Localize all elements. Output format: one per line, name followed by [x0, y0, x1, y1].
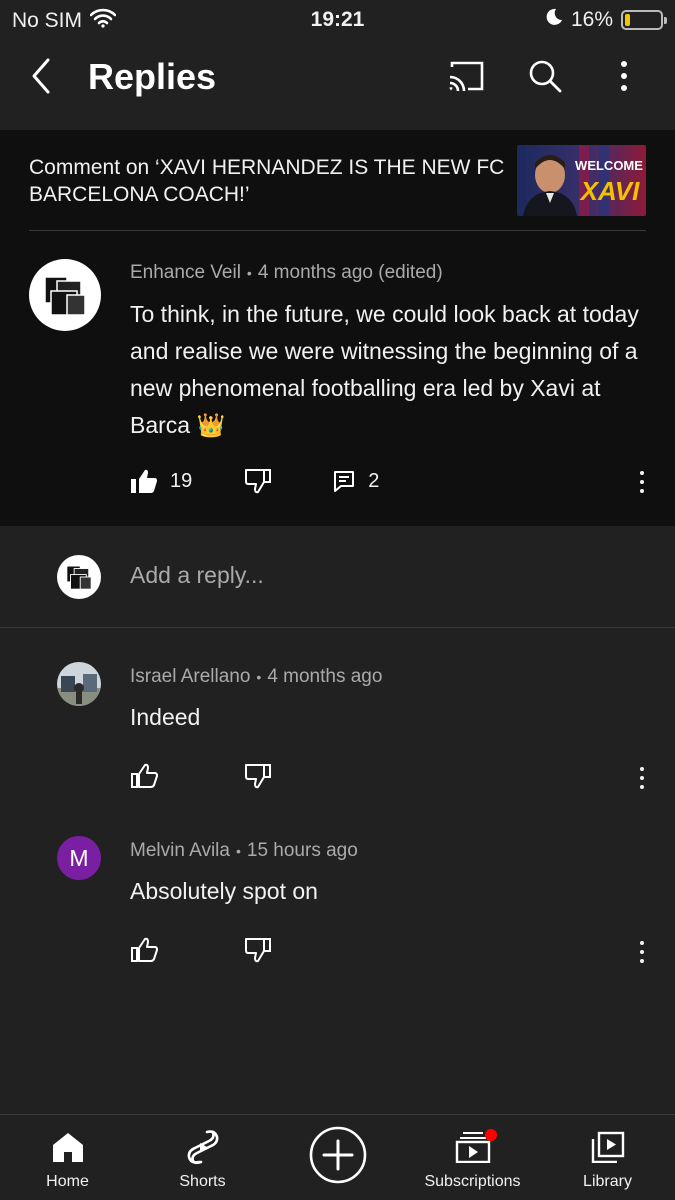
nav-label: Library: [583, 1173, 632, 1190]
comment-actions: 19 2: [130, 468, 379, 494]
library-icon: [591, 1129, 625, 1165]
thumbs-up-icon: [131, 937, 158, 962]
nav-library[interactable]: Library: [540, 1115, 675, 1200]
nav-shorts[interactable]: Shorts: [135, 1115, 270, 1200]
main-comment-card: Comment on ‘XAVI HERNANDEZ IS THE NEW FC…: [0, 130, 675, 526]
cast-button[interactable]: [444, 54, 488, 98]
create-icon: [308, 1125, 368, 1185]
bottom-nav: Home Shorts Subscriptions Library: [0, 1114, 675, 1200]
reply-body: Absolutely spot on: [130, 878, 318, 904]
thumbs-down-icon: [245, 764, 271, 789]
thumbs-up-icon: [131, 763, 158, 788]
avatar[interactable]: M: [57, 836, 101, 880]
battery-icon: [621, 10, 667, 30]
divider: [29, 230, 646, 231]
cast-icon: [449, 61, 484, 92]
comment-time: 4 months ago (edited): [257, 262, 443, 283]
nav-subscriptions[interactable]: Subscriptions: [405, 1115, 540, 1200]
thumbs-down-icon: [245, 938, 271, 963]
thumbnail-text-xavi: XAVI: [579, 176, 641, 206]
nav-label: Home: [46, 1173, 89, 1190]
reply-meta: Melvin Avila • 15 hours ago: [130, 840, 358, 861]
moon-icon: [545, 8, 563, 32]
comment-meta: Enhance Veil • 4 months ago (edited): [130, 262, 443, 283]
comment-icon: [334, 471, 355, 492]
avatar[interactable]: [57, 662, 101, 706]
notification-badge: [484, 1129, 497, 1141]
add-reply-input[interactable]: Add a reply...: [130, 562, 264, 589]
reply-author[interactable]: Melvin Avila: [130, 840, 230, 861]
reply-actions: [130, 937, 272, 963]
reply-count: 2: [368, 469, 380, 492]
battery-percent: 16%: [570, 8, 613, 31]
reply-more-button[interactable]: [632, 763, 652, 793]
subscriptions-icon: [455, 1129, 497, 1165]
comment-more-button[interactable]: [632, 467, 652, 497]
more-options-button[interactable]: [602, 54, 646, 98]
replies-button[interactable]: 2: [332, 469, 379, 493]
dislike-button[interactable]: [244, 763, 272, 789]
reply-time: 15 hours ago: [246, 840, 358, 861]
app-header: Replies: [0, 40, 675, 130]
reply-meta: Israel Arellano • 4 months ago: [130, 666, 383, 687]
back-arrow-icon: [32, 58, 50, 94]
avatar-image: [57, 662, 101, 706]
reply-body: Indeed: [130, 704, 201, 730]
search-icon: [529, 60, 562, 93]
reply-actions: [130, 763, 272, 789]
reply-time: 4 months ago: [267, 666, 383, 687]
add-reply-row: Add a reply...: [0, 526, 675, 628]
back-button[interactable]: [22, 54, 66, 98]
comment-context-text[interactable]: Comment on ‘XAVI HERNANDEZ IS THE NEW FC…: [29, 154, 509, 208]
kebab-menu-icon: [621, 61, 627, 91]
nav-create[interactable]: [270, 1115, 405, 1200]
like-button[interactable]: 19: [130, 468, 192, 494]
reply-author[interactable]: Israel Arellano: [130, 666, 250, 687]
home-icon: [51, 1129, 85, 1165]
comment-author[interactable]: Enhance Veil: [130, 262, 241, 283]
status-right: 16%: [545, 8, 667, 32]
dislike-button[interactable]: [244, 937, 272, 963]
search-button[interactable]: [523, 54, 567, 98]
video-thumbnail[interactable]: WELCOME XAVI: [517, 145, 646, 216]
nav-home[interactable]: Home: [0, 1115, 135, 1200]
avatar[interactable]: [29, 259, 101, 331]
page-title: Replies: [88, 56, 217, 97]
nav-label: Subscriptions: [424, 1173, 521, 1190]
like-button[interactable]: [130, 763, 158, 789]
thumbs-down-icon: [245, 469, 272, 494]
status-bar: No SIM 19:21 16%: [0, 0, 675, 40]
thumbs-up-filled-icon: [131, 469, 157, 493]
like-count: 19: [170, 469, 193, 492]
thumbnail-text-welcome: WELCOME: [575, 158, 643, 173]
like-button[interactable]: [130, 937, 158, 963]
nav-label: Shorts: [179, 1173, 226, 1190]
my-avatar: [57, 555, 101, 599]
comment-body: To think, in the future, we could look b…: [130, 301, 639, 438]
thumbnail-image: WELCOME XAVI: [517, 145, 646, 216]
divider: [0, 627, 675, 628]
battery-fill: [625, 14, 630, 26]
avatar-letter: M: [69, 844, 89, 871]
dislike-button[interactable]: [244, 468, 272, 494]
reply-more-button[interactable]: [632, 937, 652, 967]
avatar-image: [44, 276, 86, 316]
shorts-icon: [187, 1129, 219, 1165]
avatar-image: [66, 565, 92, 590]
